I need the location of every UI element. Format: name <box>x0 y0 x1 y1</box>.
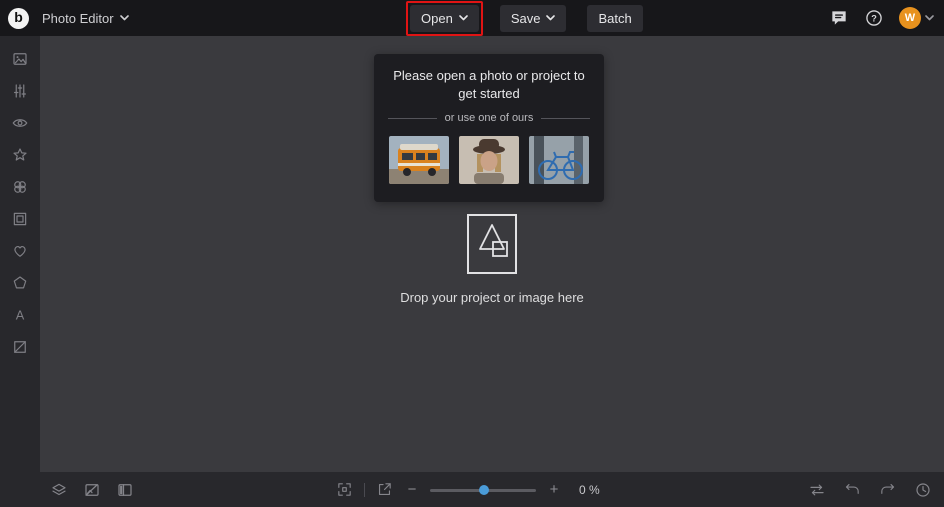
avatar: W <box>899 7 921 29</box>
tool-shapes-button[interactable] <box>9 274 31 292</box>
sample-bicycle-thumbnail[interactable] <box>529 136 589 184</box>
eye-icon <box>12 119 28 127</box>
avatar-initial: W <box>904 12 916 24</box>
file-actions: Open Save Batch <box>406 0 643 36</box>
image-placeholder-icon <box>467 214 517 274</box>
top-toolbar: b Photo Editor Open Save Batch ? W <box>0 0 944 36</box>
popup-divider: or use one of ours <box>388 112 591 124</box>
fit-screen-icon <box>338 483 351 496</box>
tool-text-button[interactable]: A <box>9 306 31 324</box>
history-button[interactable] <box>914 481 932 499</box>
orange-van-photo <box>389 136 449 184</box>
layers-icon <box>52 483 66 495</box>
help-icon: ? <box>866 10 882 26</box>
divider <box>364 482 365 497</box>
batch-button[interactable]: Batch <box>587 4 643 32</box>
layers-panel-button[interactable] <box>50 481 68 499</box>
open-button-label: Open <box>421 10 453 26</box>
clover-icon <box>14 181 26 193</box>
topbar-right-group: ? W <box>829 0 934 36</box>
logo-letter: b <box>14 9 23 25</box>
sample-portrait-thumbnail[interactable] <box>459 136 519 184</box>
popup-divider-text: or use one of ours <box>444 112 534 124</box>
bottom-toolbar: − + 0 % <box>0 472 944 507</box>
fit-screen-button[interactable] <box>336 481 353 498</box>
cutout-icon <box>14 341 26 353</box>
heart-icon <box>14 245 26 257</box>
toggle-loop-button[interactable] <box>808 481 826 499</box>
pentagon-icon <box>13 276 27 289</box>
drop-zone[interactable]: Drop your project or image here <box>40 214 944 305</box>
tool-effect-button[interactable] <box>9 146 31 164</box>
zoom-in-button[interactable]: + <box>546 482 562 497</box>
tool-favorites-button[interactable] <box>9 242 31 260</box>
help-button[interactable]: ? <box>864 8 884 28</box>
history-icon <box>916 482 930 497</box>
panel-toggles <box>0 481 134 499</box>
zoom-value: 0 % <box>579 482 600 497</box>
tool-cutout-button[interactable] <box>9 338 31 356</box>
canvas-area[interactable]: Please open a photo or project to get st… <box>40 36 944 472</box>
woman-portrait-photo <box>459 136 519 184</box>
chevron-down-icon <box>546 15 556 21</box>
sample-images <box>388 136 590 184</box>
open-button[interactable]: Open <box>406 0 483 36</box>
fullscreen-button[interactable] <box>376 481 393 498</box>
chevron-down-icon <box>119 15 129 21</box>
tool-arrange-button[interactable] <box>9 50 31 68</box>
save-button[interactable]: Save <box>499 4 567 32</box>
image-icon <box>13 53 27 65</box>
view-controls <box>336 481 393 498</box>
star-icon <box>13 148 27 161</box>
toggle-loop-icon <box>810 484 824 495</box>
zoom-controls: − + 0 % <box>404 482 600 497</box>
chevron-down-icon <box>459 15 468 21</box>
panels-icon <box>118 483 132 496</box>
tool-adjust-button[interactable] <box>9 82 31 100</box>
svg-text:?: ? <box>871 13 877 23</box>
frame-icon <box>13 212 27 226</box>
redo-icon <box>881 483 895 494</box>
batch-button-label: Batch <box>598 10 632 26</box>
tool-retouch-button[interactable] <box>9 114 31 132</box>
text-icon: A <box>16 308 25 323</box>
undo-icon <box>845 483 859 494</box>
popup-title: Please open a photo or project to get st… <box>393 68 585 101</box>
history-controls <box>808 481 932 499</box>
chevron-down-icon <box>925 15 934 21</box>
blue-bicycle-photo <box>529 136 589 184</box>
sample-van-thumbnail[interactable] <box>389 136 449 184</box>
tool-filter-button[interactable] <box>9 178 31 196</box>
save-button-label: Save <box>510 10 541 26</box>
tools-sidebar: A <box>0 36 40 472</box>
feedback-button[interactable] <box>829 8 849 28</box>
panels-layout-button[interactable] <box>116 481 134 499</box>
app-title: Photo Editor <box>42 10 114 26</box>
account-menu[interactable]: W <box>899 7 934 29</box>
svg-text:A: A <box>16 308 25 323</box>
undo-button[interactable] <box>844 481 861 498</box>
open-in-window-icon <box>378 483 391 496</box>
drop-zone-label: Drop your project or image here <box>400 290 584 305</box>
sliders-icon <box>14 84 27 98</box>
app-title-menu[interactable]: Photo Editor <box>36 7 135 30</box>
preview-image-icon <box>85 483 99 496</box>
tool-frame-button[interactable] <box>9 210 31 228</box>
app-logo[interactable]: b <box>8 7 29 29</box>
redo-button[interactable] <box>879 481 896 498</box>
zoom-out-button[interactable]: − <box>404 482 420 497</box>
zoom-slider[interactable] <box>430 483 536 497</box>
comment-icon <box>832 11 846 25</box>
zoom-slider-thumb[interactable] <box>478 484 489 495</box>
welcome-popup: Please open a photo or project to get st… <box>374 54 604 202</box>
preview-panel-button[interactable] <box>83 481 101 499</box>
